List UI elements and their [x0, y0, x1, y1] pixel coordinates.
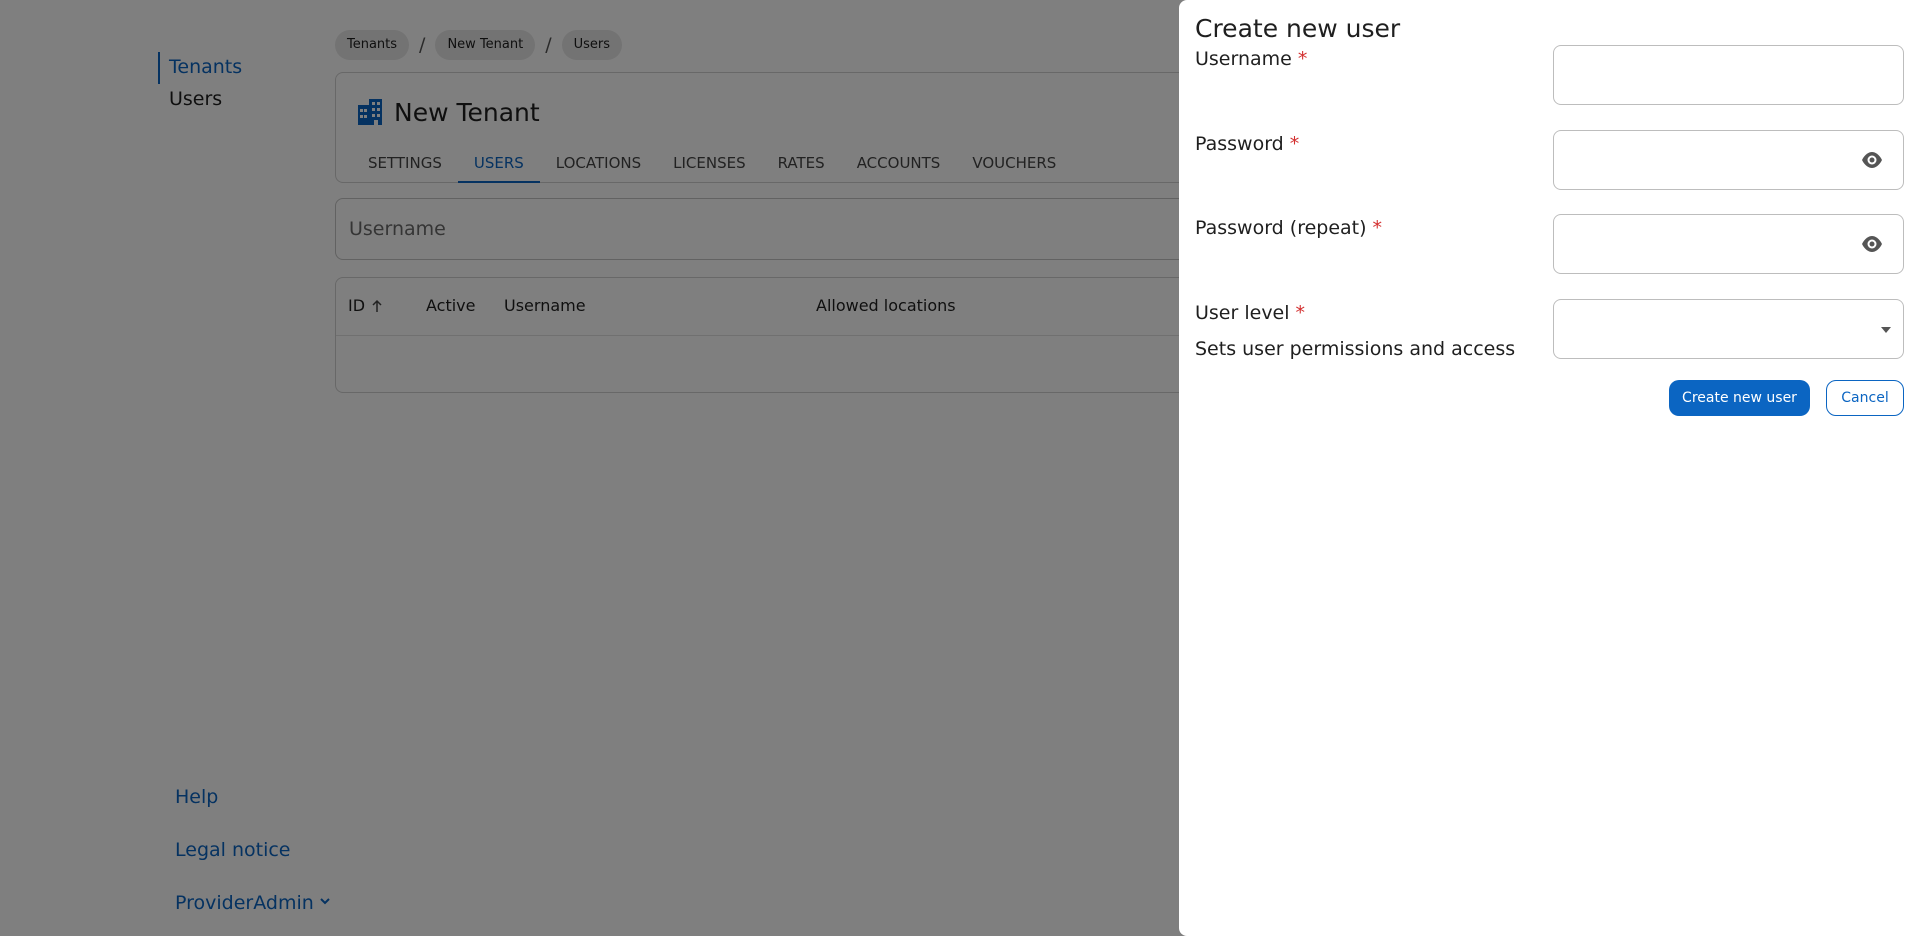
username-label: Username *: [1195, 48, 1307, 70]
required-mark: *: [1295, 302, 1306, 324]
password-repeat-input[interactable]: [1554, 215, 1903, 273]
user-level-helper-text: Sets user permissions and access: [1195, 338, 1516, 360]
password-repeat-field: [1553, 214, 1904, 274]
user-level-label: User level *: [1195, 302, 1305, 324]
password-input[interactable]: [1554, 131, 1903, 189]
password-repeat-label: Password (repeat) *: [1195, 217, 1382, 239]
required-mark: *: [1372, 217, 1383, 239]
field-label-text: User level: [1195, 302, 1290, 324]
eye-icon[interactable]: [1861, 151, 1883, 169]
password-field: [1553, 130, 1904, 190]
field-label-text: Username: [1195, 48, 1292, 70]
username-field: [1553, 45, 1904, 105]
field-label-text: Password (repeat): [1195, 217, 1367, 239]
create-user-button[interactable]: Create new user: [1669, 380, 1810, 416]
caret-down-icon: [1881, 327, 1891, 333]
password-label: Password *: [1195, 133, 1299, 155]
create-user-dialog: Create new user Username * Password * Pass…: [1179, 0, 1918, 936]
required-mark: *: [1297, 48, 1308, 70]
eye-icon[interactable]: [1861, 235, 1883, 253]
required-mark: *: [1289, 133, 1300, 155]
user-level-select[interactable]: [1553, 299, 1904, 359]
username-input[interactable]: [1554, 46, 1903, 104]
field-label-text: Password: [1195, 133, 1284, 155]
cancel-button[interactable]: Cancel: [1826, 380, 1904, 416]
dialog-title: Create new user: [1195, 14, 1401, 43]
